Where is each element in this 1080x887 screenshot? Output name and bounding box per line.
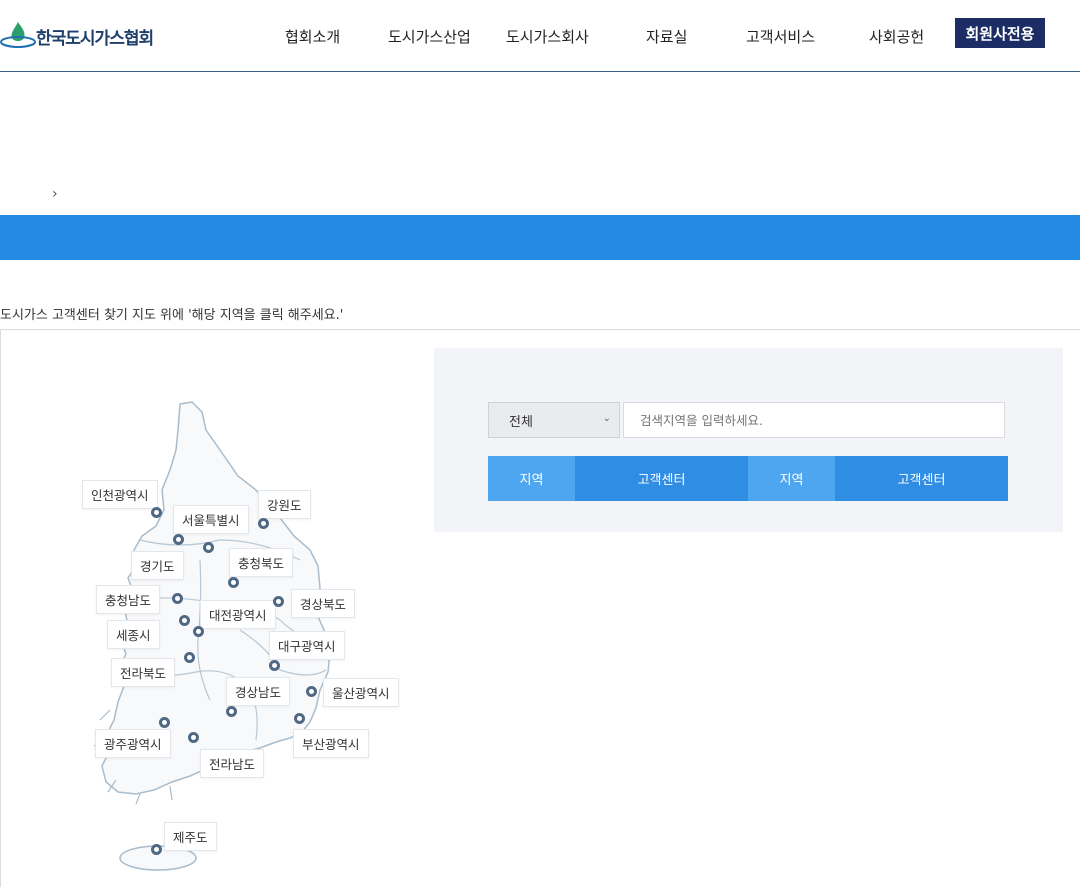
region-label-seoul[interactable]: 서울특별시 [173, 505, 249, 534]
map-pin-jeonnam[interactable] [188, 732, 199, 743]
map-pin-jeju[interactable] [151, 844, 162, 855]
map-pin-gyeonggi[interactable] [203, 542, 214, 553]
region-label-sejong[interactable]: 세종시 [107, 620, 160, 649]
region-select[interactable]: 전체 ⌄ [488, 402, 620, 438]
map-pin-gyeongbuk[interactable] [273, 596, 284, 607]
region-label-incheon[interactable]: 인천광역시 [82, 480, 158, 509]
map-pin-sejong[interactable] [179, 615, 190, 626]
site-logo[interactable]: 한국도시가스협회 [0, 20, 154, 52]
nav-archive[interactable]: 자료실 [646, 26, 687, 47]
map-pin-chungbuk[interactable] [228, 577, 239, 588]
map-pin-gyeongnam[interactable] [226, 706, 237, 717]
map-pin-gangwon[interactable] [258, 518, 269, 529]
region-label-gyeongbuk[interactable]: 경상북도 [291, 589, 356, 618]
region-label-daejeon[interactable]: 대전광역시 [200, 600, 276, 629]
logo-text: 한국도시가스협회 [36, 28, 154, 49]
results-table-header: 지역 고객센터 지역 고객센터 [488, 456, 1008, 501]
map-pin-busan[interactable] [294, 713, 305, 724]
region-label-daegu[interactable]: 대구광역시 [269, 631, 345, 660]
region-label-busan[interactable]: 부산광역시 [293, 729, 369, 758]
nav-industry[interactable]: 도시가스산업 [388, 26, 471, 47]
column-header-customer-center: 고객센터 [835, 456, 1008, 501]
region-select-value: 전체 [509, 414, 533, 430]
map-pin-daegu[interactable] [269, 660, 280, 671]
nav-companies[interactable]: 도시가스회사 [506, 26, 589, 47]
column-header-customer-center: 고객센터 [575, 456, 748, 501]
member-only-button[interactable]: 회원사전용 [955, 18, 1045, 48]
page-title-band [0, 215, 1080, 260]
region-label-ulsan[interactable]: 울산광역시 [323, 678, 399, 707]
instruction-text: 도시가스 고객센터 찾기 지도 위에 '해당 지역을 클릭 해주세요.' [0, 308, 344, 323]
region-label-jeonnam[interactable]: 전라남도 [200, 749, 265, 778]
region-label-chungnam[interactable]: 충청남도 [96, 585, 161, 614]
region-label-jeonbuk[interactable]: 전라북도 [111, 658, 176, 687]
region-search-input[interactable] [623, 402, 1005, 438]
region-label-gyeongnam[interactable]: 경상남도 [226, 677, 291, 706]
region-label-gwangju[interactable]: 광주광역시 [95, 729, 171, 758]
region-label-gyeonggi[interactable]: 경기도 [131, 551, 184, 580]
nav-social-contribution[interactable]: 사회공헌 [869, 26, 924, 47]
map-pin-chungnam[interactable] [172, 593, 183, 604]
region-label-chungbuk[interactable]: 충청북도 [229, 548, 294, 577]
nav-customer-service[interactable]: 고객서비스 [746, 26, 815, 47]
site-header: 한국도시가스협회 협회소개 도시가스산업 도시가스회사 자료실 고객서비스 사회… [0, 0, 1080, 72]
breadcrumb-separator: › [52, 186, 58, 202]
region-label-jeju[interactable]: 제주도 [164, 822, 217, 851]
map-pin-gwangju[interactable] [159, 717, 170, 728]
nav-about[interactable]: 협회소개 [285, 26, 340, 47]
chevron-down-icon: ⌄ [602, 413, 611, 424]
map-pin-seoul[interactable] [173, 534, 184, 545]
map-pin-incheon[interactable] [151, 507, 162, 518]
gas-flame-logo-icon [0, 22, 36, 48]
map-pin-daejeon[interactable] [193, 626, 204, 637]
column-header-region: 지역 [488, 456, 575, 501]
column-header-region: 지역 [748, 456, 835, 501]
map-pin-jeonbuk[interactable] [184, 652, 195, 663]
region-label-gangwon[interactable]: 강원도 [258, 490, 311, 519]
search-panel: 전체 ⌄ 지역 고객센터 지역 고객센터 [434, 348, 1063, 532]
map-pin-ulsan[interactable] [306, 686, 317, 697]
